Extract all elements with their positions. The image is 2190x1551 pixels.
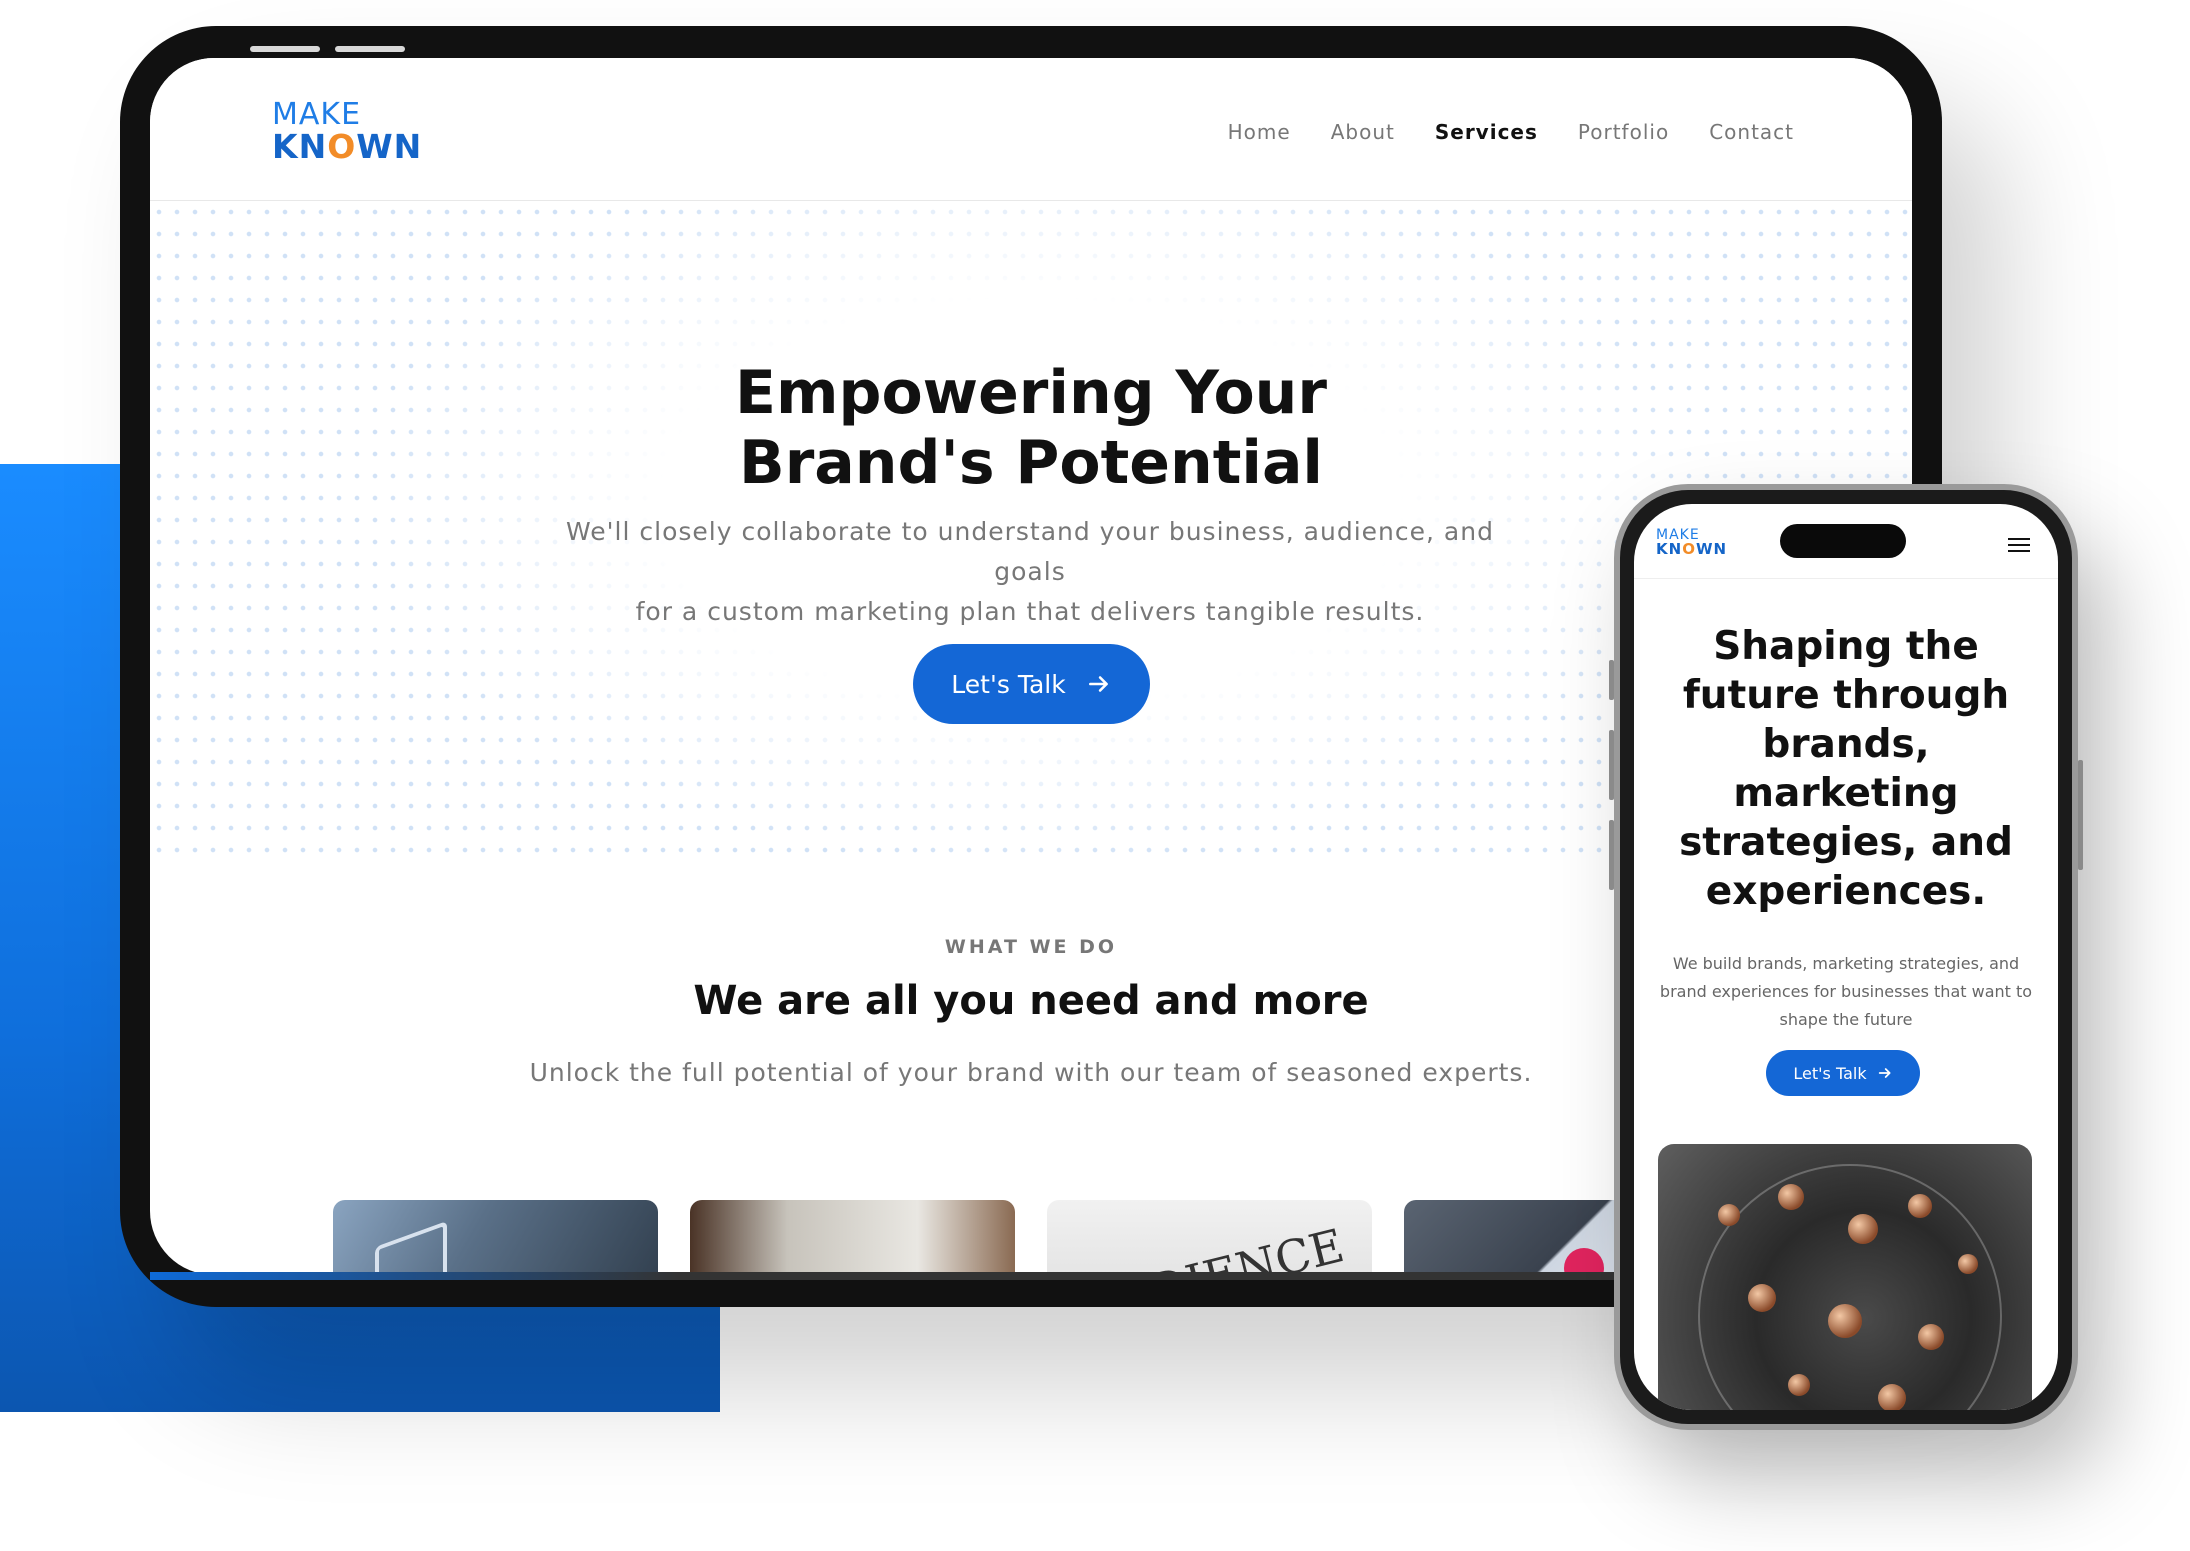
nav-about[interactable]: About [1331,120,1395,144]
logo-line1: MAKE [272,97,362,132]
hamburger-menu-icon[interactable] [2008,538,2030,554]
sphere-node [1848,1214,1878,1244]
phone-side-button [1609,660,1614,700]
arrow-right-icon [1878,1068,1891,1078]
phone-side-button [1609,820,1614,890]
sphere-node [1958,1254,1978,1274]
site-logo[interactable]: MAKE KNOWN [272,97,422,164]
logo-search-o: O [1682,540,1696,558]
sphere-node [1878,1384,1906,1410]
logo-text: KN [1656,540,1683,558]
tablet-button [335,46,405,52]
logo-text: WN [356,127,423,166]
hero-title-line: Empowering Your [735,358,1327,428]
lets-talk-button[interactable]: Let's Talk [913,644,1150,724]
mobile-lets-talk-label: Let's Talk [1793,1063,1867,1083]
sphere-node [1908,1194,1932,1218]
sphere-node [1788,1374,1810,1396]
lets-talk-label: Let's Talk [951,669,1066,699]
nav-contact[interactable]: Contact [1709,120,1794,144]
mobile-logo[interactable]: MAKE KNOWN [1656,528,1727,557]
sphere-node [1828,1304,1862,1338]
phone-side-button [2078,760,2083,870]
pinterest-icon [1564,1248,1604,1275]
mobile-hero-subtitle: We build brands, marketing strategies, a… [1659,954,2033,1029]
hero-subtitle: We'll closely collaborate to understand … [530,512,1530,632]
service-card-image[interactable] [690,1200,1015,1275]
sphere-node [1748,1284,1776,1312]
tablet-button [250,46,320,52]
logo-line2: KNOWN [272,130,422,163]
logo-search-o: O [327,127,357,166]
mobile-hero-title: Shaping the future through brands, marke… [1679,624,2013,914]
main-nav: Home About Services Portfolio Contact [1228,120,1794,144]
hero-title-line: Brand's Potential [738,428,1324,498]
nav-services[interactable]: Services [1435,120,1538,144]
phone-side-button [1609,730,1614,800]
site-header: MAKE KNOWN Home About Services Portfolio… [150,58,1912,201]
dynamic-island [1780,524,1906,558]
audience-text: AUDIENCE [1074,1218,1349,1275]
hero-subtitle-line: We'll closely collaborate to understand … [566,517,1494,586]
nav-portfolio[interactable]: Portfolio [1578,120,1669,144]
logo-text: WN [1695,540,1728,558]
sphere-wireframe [1698,1164,2002,1410]
sphere-node [1918,1324,1944,1350]
logo-text: KN [272,127,328,166]
service-card-image[interactable]: AUDIENCE [1047,1200,1372,1275]
service-card-image[interactable] [333,1200,658,1275]
mobile-lets-talk-button[interactable]: Let's Talk [1766,1050,1920,1096]
nav-home[interactable]: Home [1228,120,1291,144]
logo-line2: KNOWN [1656,542,1727,557]
hero-subtitle-line: for a custom marketing plan that deliver… [635,597,1425,626]
sphere-node [1778,1184,1804,1210]
arrow-right-icon [1088,676,1108,692]
phone-screen: MAKE KNOWN Shaping the future through br… [1634,504,2058,1410]
laptop-shape [375,1220,447,1275]
phone-device-frame: MAKE KNOWN Shaping the future through br… [1609,484,2083,1430]
hero-title: Empowering Your Brand's Potential [150,358,1912,498]
abstract-sphere-image [1658,1144,2032,1410]
sphere-node [1718,1204,1740,1226]
